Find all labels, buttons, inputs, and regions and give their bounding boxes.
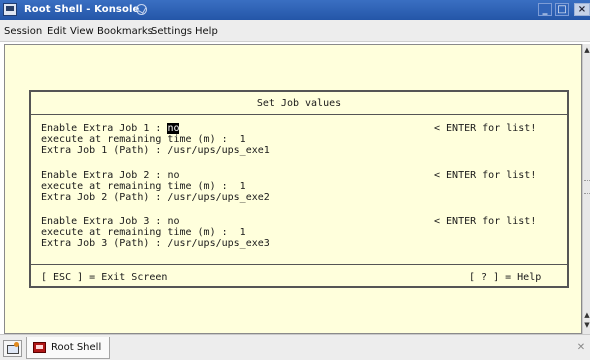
job-1-enable-row: Enable Extra Job 1 : no [41, 123, 180, 134]
scroll-grip-icon[interactable] [584, 180, 590, 194]
exit-screen-hint: [ ESC ] = Exit Screen [41, 272, 168, 283]
job-3-hint: < ENTER for list! [434, 216, 537, 227]
job-2-path-row[interactable]: Extra Job 2 (Path) : /usr/ups/ups_exe2 [41, 192, 270, 203]
job-3-path-row[interactable]: Extra Job 3 (Path) : /usr/ups/ups_exe3 [41, 238, 270, 249]
job-3-enable-row: Enable Extra Job 3 : no [41, 216, 179, 227]
minimize-button[interactable]: _ [538, 3, 552, 16]
window-titlebar[interactable]: Root Shell - Konsole _ □ × [0, 0, 590, 20]
konsole-icon[interactable] [3, 3, 17, 16]
session-tab-bar: Root Shell ✕ [0, 334, 590, 360]
dialog-header-divider [31, 114, 567, 115]
job-1-hint: < ENTER for list! [434, 123, 537, 134]
close-button[interactable]: × [574, 3, 590, 16]
tab-label: Root Shell [51, 342, 102, 353]
menu-settings[interactable]: Settings [151, 26, 192, 37]
tab-root-shell[interactable]: Root Shell [26, 337, 110, 359]
menu-help[interactable]: Help [195, 26, 218, 37]
job-2-enable-row: Enable Extra Job 2 : no [41, 170, 179, 181]
close-session-icon[interactable]: ✕ [574, 341, 588, 355]
sticky-icon[interactable] [136, 4, 147, 15]
job-2-execute-row[interactable]: execute at remaining time (m) : 1 [41, 181, 246, 192]
dialog-footer-divider [31, 264, 567, 265]
job-3-enable-field[interactable]: no [167, 216, 179, 227]
help-hint: [ ? ] = Help [469, 272, 542, 283]
menu-bookmarks[interactable]: Bookmarks [97, 26, 153, 37]
vertical-scrollbar[interactable]: ▲ ▲ ▼ [582, 44, 590, 334]
job-1-path-row[interactable]: Extra Job 1 (Path) : /usr/ups/ups_exe1 [41, 145, 270, 156]
new-session-icon[interactable] [3, 340, 22, 357]
job-1-enable-field[interactable]: no [167, 123, 180, 134]
job-1-execute-row[interactable]: execute at remaining time (m) : 1 [41, 134, 246, 145]
menu-session[interactable]: Session [4, 26, 42, 37]
menu-view[interactable]: View [70, 26, 94, 37]
dialog-title: Set Job values [256, 98, 342, 109]
menu-bar: Session Edit View Bookmarks Settings Hel… [0, 20, 590, 42]
job-2-hint: < ENTER for list! [434, 170, 537, 181]
maximize-button[interactable]: □ [555, 3, 569, 16]
job-2-enable-label: Enable Extra Job 2 : [41, 170, 168, 181]
job-1-enable-label: Enable Extra Job 1 : [41, 123, 168, 134]
scroll-down-icon[interactable]: ▼ [583, 322, 590, 329]
terminal-area[interactable]: Set Job values Enable Extra Job 1 : no <… [4, 44, 582, 334]
window-title: Root Shell - Konsole [24, 4, 140, 15]
menu-edit[interactable]: Edit [47, 26, 66, 37]
scroll-up-icon[interactable]: ▲ [583, 47, 590, 54]
terminal-icon [33, 342, 46, 353]
job-3-execute-row[interactable]: execute at remaining time (m) : 1 [41, 227, 246, 238]
job-2-enable-field[interactable]: no [167, 170, 179, 181]
job-3-enable-label: Enable Extra Job 3 : [41, 216, 168, 227]
set-job-dialog: Set Job values Enable Extra Job 1 : no <… [29, 90, 569, 288]
scroll-up-lower-icon[interactable]: ▲ [583, 312, 590, 319]
